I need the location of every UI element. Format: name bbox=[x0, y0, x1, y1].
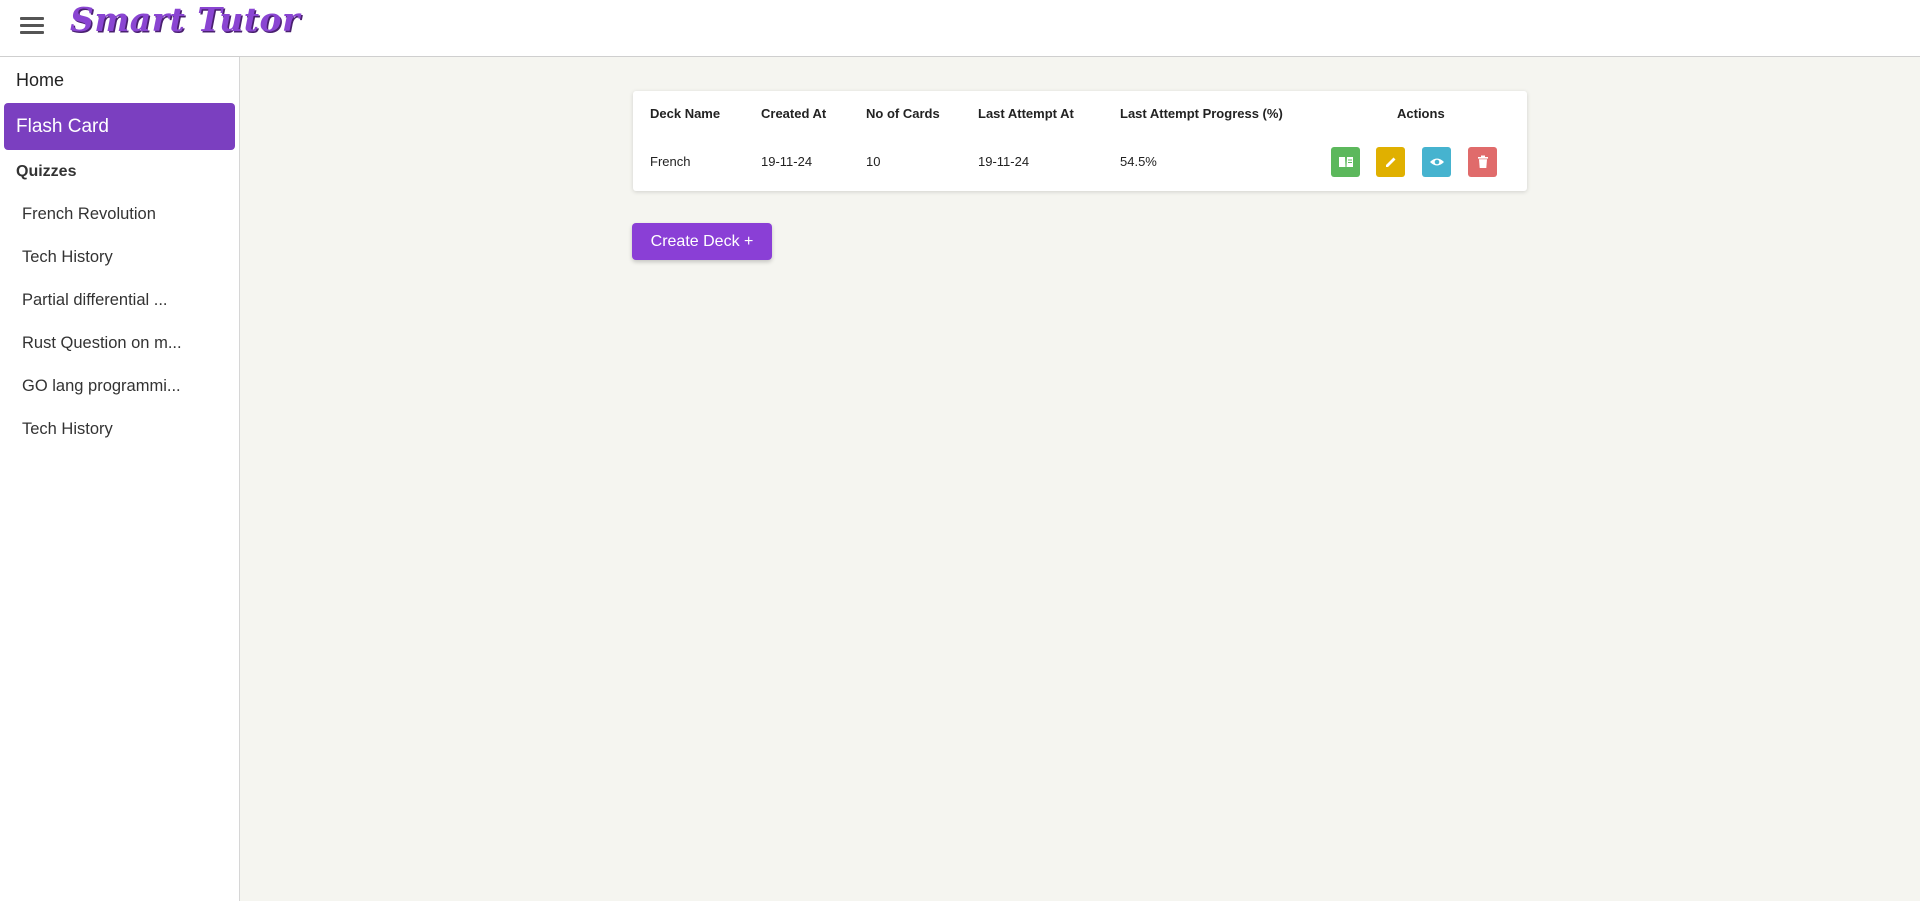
study-button[interactable] bbox=[1331, 147, 1360, 177]
view-button[interactable] bbox=[1422, 147, 1451, 177]
decks-table: Deck Name Created At No of Cards Last At… bbox=[633, 91, 1527, 191]
sidebar-item-quiz[interactable]: Partial differential ... bbox=[22, 291, 222, 334]
column-header-created-at: Created At bbox=[761, 106, 827, 121]
sidebar-item-flash-card[interactable]: Flash Card bbox=[4, 103, 235, 150]
menu-icon[interactable] bbox=[20, 15, 46, 35]
sidebar-item-quiz[interactable]: GO lang programmi... bbox=[22, 377, 222, 420]
sidebar-item-quiz[interactable]: Rust Question on m... bbox=[22, 334, 222, 377]
cell-progress: 54.5% bbox=[1120, 154, 1157, 169]
cell-deck-name: French bbox=[650, 154, 691, 169]
book-icon bbox=[1338, 157, 1353, 167]
eye-icon bbox=[1429, 158, 1444, 166]
main-content: Deck Name Created At No of Cards Last At… bbox=[241, 57, 1920, 901]
trash-icon bbox=[1477, 155, 1488, 168]
app-header: Smart Tutor bbox=[0, 0, 1920, 57]
app-logo: Smart Tutor bbox=[70, 0, 300, 39]
column-header-no-of-cards: No of Cards bbox=[866, 106, 940, 121]
delete-button[interactable] bbox=[1468, 147, 1497, 177]
sidebar-section-quizzes: Quizzes bbox=[16, 163, 77, 180]
column-header-last-attempt-at: Last Attempt At bbox=[978, 106, 1074, 121]
sidebar-item-quiz[interactable]: French Revolution bbox=[22, 205, 222, 248]
edit-button[interactable] bbox=[1376, 147, 1405, 177]
pencil-icon bbox=[1385, 157, 1395, 167]
sidebar-item-home[interactable]: Home bbox=[16, 70, 64, 91]
sidebar-item-quiz[interactable]: Tech History bbox=[22, 248, 222, 291]
cell-no-of-cards: 10 bbox=[866, 154, 881, 169]
sidebar: Home Flash Card Quizzes French Revolutio… bbox=[0, 57, 240, 901]
sidebar-item-quiz[interactable]: Tech History bbox=[22, 420, 222, 463]
column-header-deck-name: Deck Name bbox=[650, 106, 721, 121]
column-header-progress: Last Attempt Progress (%) bbox=[1120, 106, 1283, 121]
create-deck-button[interactable]: Create Deck + bbox=[632, 223, 772, 260]
cell-last-attempt-at: 19-11-24 bbox=[978, 154, 1030, 169]
quiz-list: French Revolution Tech History Partial d… bbox=[22, 205, 222, 463]
column-header-actions: Actions bbox=[1397, 106, 1445, 121]
cell-created-at: 19-11-24 bbox=[761, 154, 813, 169]
